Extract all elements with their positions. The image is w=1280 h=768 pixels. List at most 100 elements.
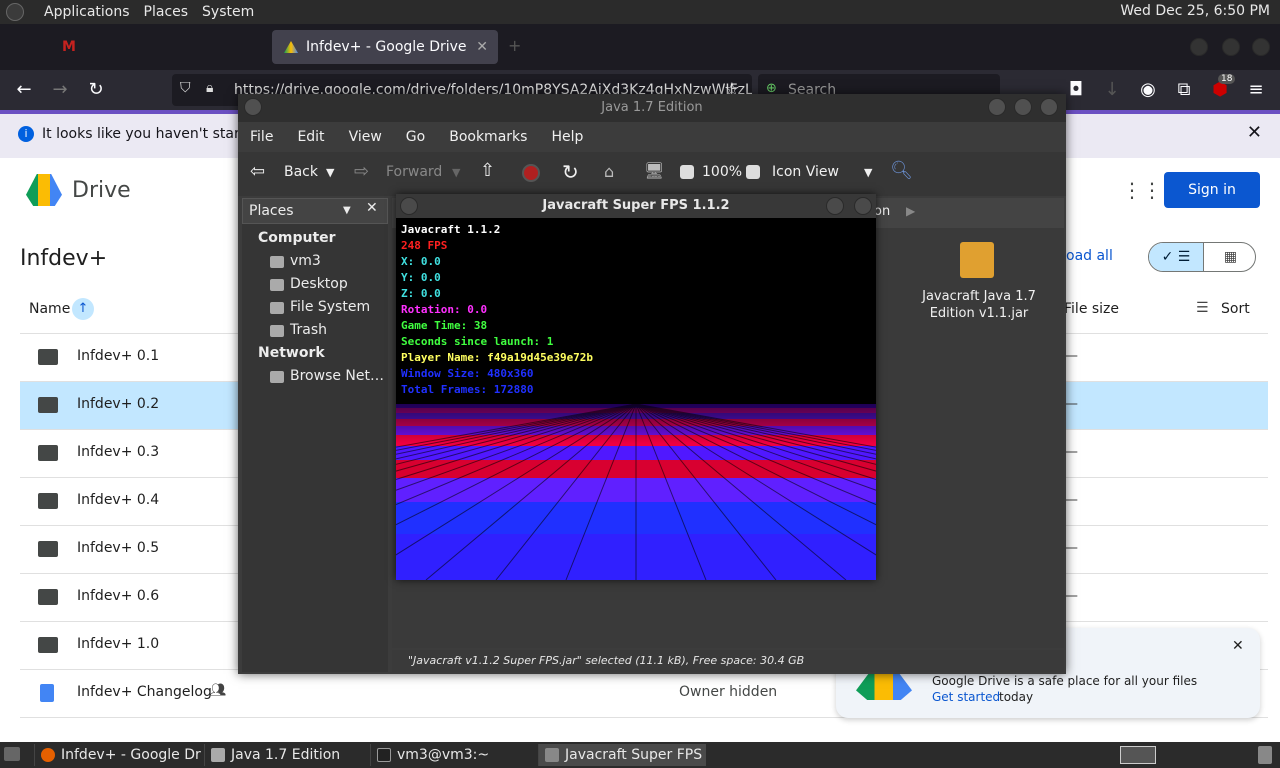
desktop-icon (270, 279, 284, 291)
reload-icon[interactable]: ↻ (84, 78, 108, 102)
menu-applications[interactable]: Applications (44, 4, 130, 20)
back-icon[interactable]: ← (12, 78, 36, 102)
path-button[interactable]: on (874, 204, 890, 219)
view-mode-dropdown-icon[interactable]: ▼ (864, 166, 872, 179)
pocket-icon[interactable]: ◘ (1064, 78, 1088, 102)
tab-google-drive[interactable]: Infdev+ - Google Drive ✕ (272, 30, 498, 64)
menu-places[interactable]: Places (144, 4, 189, 20)
account-icon[interactable]: ◉ (1136, 78, 1160, 102)
forward-button[interactable]: Forward (386, 164, 442, 180)
maximize-window-icon[interactable] (1014, 98, 1032, 116)
back-history-dropdown-icon[interactable]: ▼ (326, 166, 334, 179)
close-window-icon[interactable] (1040, 98, 1058, 116)
column-name[interactable]: Name (29, 301, 70, 317)
menu-view[interactable]: View (349, 129, 382, 145)
forward-arrow-icon[interactable]: ⇨ (354, 161, 369, 182)
close-sidebar-icon[interactable]: ✕ (366, 200, 378, 216)
sidebar-item-desktop[interactable]: Desktop (290, 276, 348, 292)
get-started-link[interactable]: Get started (932, 690, 1000, 704)
back-arrow-icon[interactable]: ⇦ (250, 161, 265, 182)
close-browser-icon[interactable] (1252, 38, 1270, 56)
sidebar-item-vm3[interactable]: vm3 (290, 253, 321, 269)
download-all-link[interactable]: oad all (1066, 248, 1113, 264)
apps-grid-icon[interactable]: ⋮⋮ (1122, 178, 1162, 202)
file-manager-titlebar[interactable]: Java 1.7 Edition (238, 94, 1066, 122)
applications-logo-icon[interactable] (6, 3, 24, 21)
show-desktop-icon[interactable] (4, 747, 20, 761)
jar-file-label[interactable]: Javacraft Java 1.7 Edition v1.1.jar (918, 288, 1040, 322)
close-notification-icon[interactable]: ✕ (1247, 122, 1262, 143)
close-tab-icon[interactable]: ✕ (476, 39, 488, 55)
taskbar-item-firefox[interactable]: Infdev+ - Google Dr… (34, 744, 202, 766)
stop-icon[interactable] (522, 164, 540, 182)
minimize-browser-icon[interactable] (1190, 38, 1208, 56)
menu-edit[interactable]: Edit (297, 129, 324, 145)
taskbar-item-terminal[interactable]: vm3@vm3:~ (370, 744, 536, 766)
trash-applet-icon[interactable] (1258, 746, 1272, 764)
chevron-down-icon[interactable]: ▼ (343, 199, 351, 223)
taskbar-item-file-manager[interactable]: Java 1.7 Edition (204, 744, 368, 766)
sidebar-item-trash[interactable]: Trash (290, 322, 327, 338)
game-window: Javacraft Super FPS 1.1.2 Javacraft 1.1.… (396, 194, 876, 580)
shared-folder-icon (38, 349, 58, 365)
minimize-window-icon[interactable] (988, 98, 1006, 116)
shared-folder-icon (38, 637, 58, 653)
drive-logo-text[interactable]: Drive (72, 178, 131, 203)
hud-line: Y: 0.0 (401, 271, 441, 284)
shield-icon[interactable]: ⛉ (180, 80, 191, 96)
game-close-icon[interactable] (854, 197, 872, 215)
sort-arrow-up-icon[interactable]: ↑ (72, 298, 94, 320)
gmail-icon: M (62, 39, 76, 55)
jar-package-icon[interactable] (960, 242, 994, 278)
menu-system[interactable]: System (202, 4, 254, 20)
zoom-level[interactable]: 100% (702, 164, 742, 180)
sort-icon[interactable]: ☰ (1196, 300, 1209, 316)
zoom-out-icon[interactable] (680, 165, 694, 179)
taskbar-item-game[interactable]: Javacraft Super FPS … (538, 744, 706, 766)
lock-icon[interactable]: 🔒︎ (206, 80, 213, 96)
game-titlebar[interactable]: Javacraft Super FPS 1.1.2 (396, 194, 876, 218)
view-mode-select[interactable]: Icon View (772, 164, 839, 180)
search-icon[interactable]: 🔍︎ (890, 160, 913, 181)
forward-history-dropdown-icon[interactable]: ▼ (452, 166, 460, 179)
download-icon[interactable]: ↓ (1100, 78, 1124, 102)
folder-icon (211, 748, 225, 762)
window-menu-icon[interactable] (244, 98, 262, 116)
computer-icon[interactable]: 🖥︎ (644, 161, 664, 180)
forward-icon[interactable]: → (48, 78, 72, 102)
back-button[interactable]: Back (284, 164, 318, 180)
up-arrow-icon[interactable]: ⇧ (480, 160, 495, 181)
close-toast-icon[interactable]: ✕ (1232, 638, 1244, 654)
tab-gmail[interactable]: M (50, 30, 270, 64)
browser-tab-bar: M Infdev+ - Google Drive ✕ + (0, 24, 1280, 70)
menu-file[interactable]: File (250, 129, 273, 145)
zoom-in-icon[interactable] (746, 165, 760, 179)
grid-view-icon[interactable]: ▦ (1203, 243, 1255, 271)
shared-folder-icon (38, 445, 58, 461)
menu-bookmarks[interactable]: Bookmarks (449, 129, 527, 145)
sign-in-button[interactable]: Sign in (1164, 172, 1260, 208)
new-tab-icon[interactable]: + (508, 36, 521, 55)
game-minimize-icon[interactable] (826, 197, 844, 215)
game-window-menu-icon[interactable] (400, 197, 418, 215)
hud-line: Javacraft 1.1.2 (401, 223, 501, 236)
game-viewport[interactable]: Javacraft 1.1.2 248 FPS X: 0.0 Y: 0.0 Z: 0.0… (396, 218, 876, 580)
clock[interactable]: Wed Dec 25, 6:50 PM (1120, 3, 1270, 19)
column-file-size[interactable]: File size (1064, 301, 1119, 317)
menu-help[interactable]: Help (551, 129, 583, 145)
drive-logo-icon[interactable] (26, 174, 62, 206)
path-next-arrow-icon[interactable]: ▶ (906, 204, 915, 218)
workspace-switcher-icon[interactable] (1120, 746, 1156, 764)
hamburger-menu-icon[interactable]: ≡ (1244, 78, 1268, 102)
sort-label[interactable]: Sort (1221, 301, 1250, 317)
menu-go[interactable]: Go (406, 129, 425, 145)
reload-icon[interactable]: ↻ (562, 160, 579, 184)
hud-line: 248 FPS (401, 239, 448, 252)
sidebar-item-browse-network[interactable]: Browse Net… (290, 368, 384, 384)
home-folder-icon[interactable]: ⌂ (604, 162, 614, 181)
terminal-icon (377, 748, 391, 762)
extensions-icon[interactable]: ⧉ (1172, 78, 1196, 102)
sidebar-item-file-system[interactable]: File System (290, 299, 370, 315)
list-view-icon[interactable]: ✓ ☰ (1149, 243, 1203, 271)
maximize-browser-icon[interactable] (1222, 38, 1240, 56)
